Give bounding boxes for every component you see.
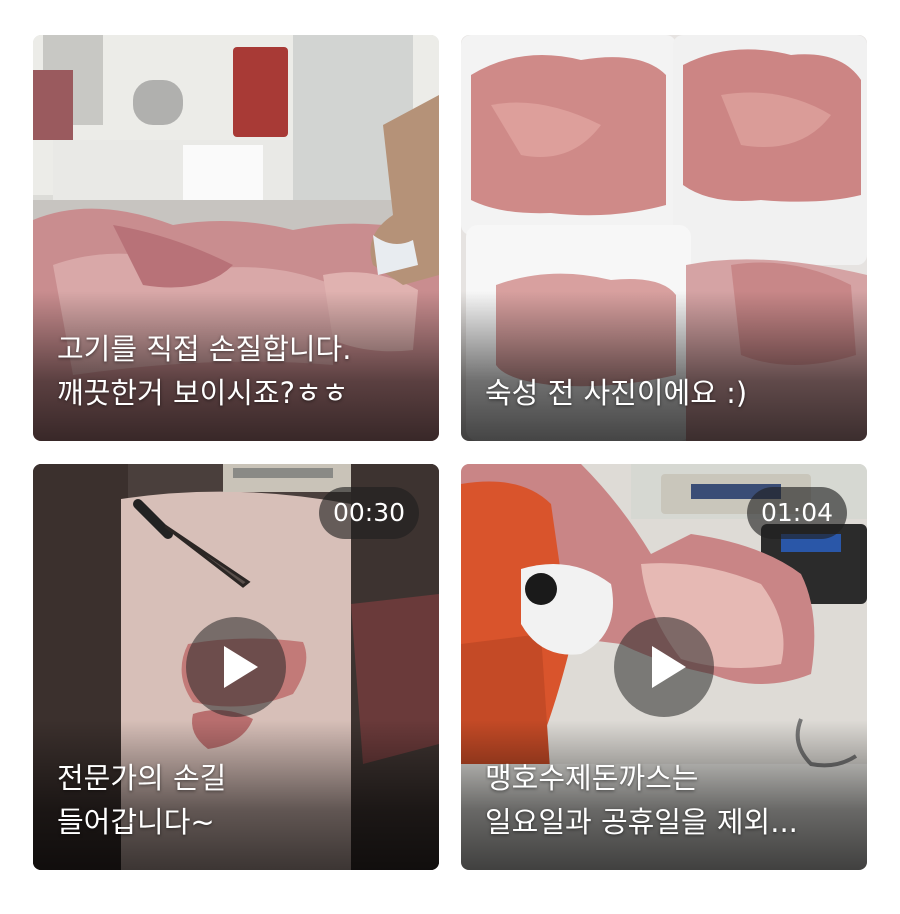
caption-line: 숙성 전 사진이에요 :): [485, 376, 748, 410]
caption-line: 고기를 직접 손질합니다.: [57, 332, 352, 366]
gallery-item-photo-1[interactable]: 고기를 직접 손질합니다. 깨끗한거 보이시죠?ㅎㅎ: [33, 35, 439, 441]
item-caption: 숙성 전 사진이에요 :): [485, 371, 845, 415]
caption-gradient: [461, 291, 867, 441]
caption-line: 들어갑니다~: [57, 805, 215, 839]
caption-line: 맹호수제돈까스는: [485, 761, 699, 795]
play-button[interactable]: [614, 617, 714, 717]
caption-line: 일요일과 공휴일을 제외...: [485, 805, 798, 839]
gallery-item-video-1[interactable]: 00:30 전문가의 손길 들어갑니다~: [33, 464, 439, 870]
gallery-item-photo-2[interactable]: 숙성 전 사진이에요 :): [461, 35, 867, 441]
video-duration-badge: 00:30: [318, 487, 419, 539]
item-caption: 전문가의 손길 들어갑니다~: [57, 756, 417, 844]
video-duration-badge: 01:04: [746, 487, 847, 539]
item-caption: 고기를 직접 손질합니다. 깨끗한거 보이시죠?ㅎㅎ: [57, 327, 417, 415]
play-icon: [224, 646, 258, 688]
caption-line: 전문가의 손길: [57, 761, 227, 795]
gallery-item-video-2[interactable]: 01:04 맹호수제돈까스는 일요일과 공휴일을 제외...: [461, 464, 867, 870]
play-button[interactable]: [186, 617, 286, 717]
play-icon: [652, 646, 686, 688]
caption-line: 깨끗한거 보이시죠?ㅎㅎ: [57, 376, 349, 410]
item-caption: 맹호수제돈까스는 일요일과 공휴일을 제외...: [485, 756, 845, 844]
